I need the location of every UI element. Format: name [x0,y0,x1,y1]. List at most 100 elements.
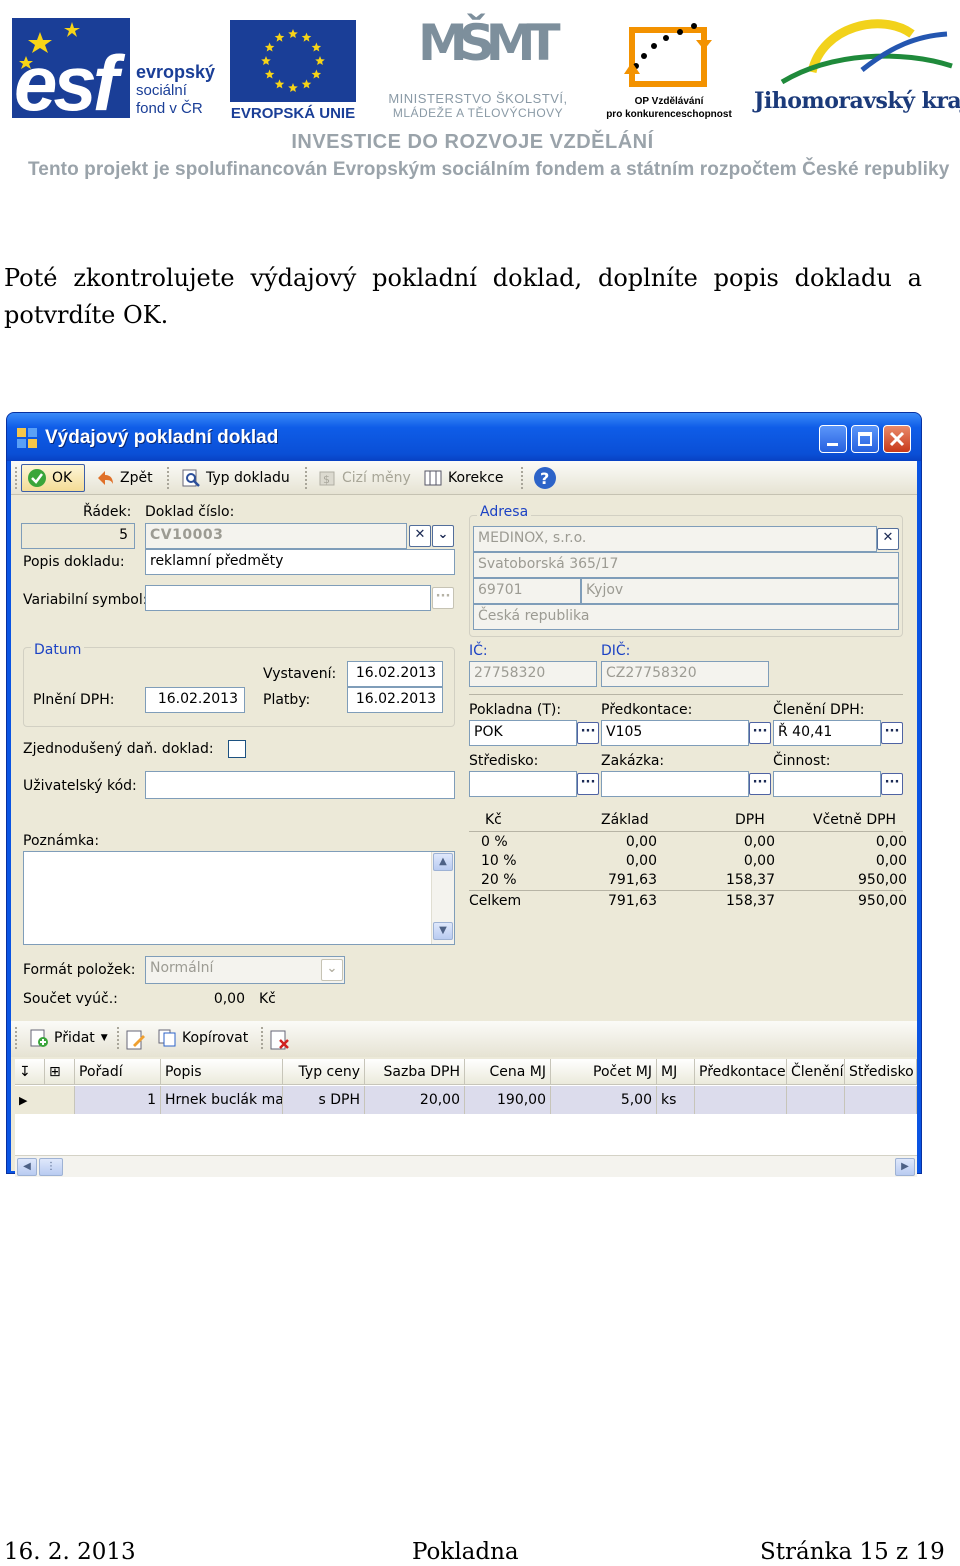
toolbar-separator [305,467,308,489]
register-picker-button[interactable]: ··· [577,722,599,744]
doc-type-button[interactable]: Typ dokladu [181,465,290,491]
doc-number-field[interactable]: CV10003 [145,523,407,549]
order-field[interactable] [601,771,749,797]
centre-field[interactable] [469,771,577,797]
item-format-dropdown-button[interactable]: ⌄ [321,959,343,981]
row-number-field[interactable]: 5 [21,523,135,549]
address-name-field[interactable]: MEDINOX, s.r.o. [473,526,877,552]
column-header[interactable]: Středisko [845,1059,917,1085]
item-format-select[interactable]: Normální [145,956,345,984]
doc-number-label: Doklad číslo: [145,504,235,520]
scroll-left-icon[interactable]: ◀ [17,1158,37,1176]
column-header[interactable]: MJ [657,1059,695,1085]
clear-doc-number-button[interactable]: ✕ [409,525,431,547]
maximize-button[interactable] [851,425,879,453]
svg-text:$: $ [323,473,330,486]
foreign-currency-button[interactable]: $ Cizí měny [317,465,411,491]
address-city-field[interactable]: Kyjov [581,578,899,604]
centre-picker-button[interactable]: ··· [577,773,599,795]
ok-item[interactable]: OK [27,465,72,491]
row-indicator[interactable]: ▶ [15,1086,75,1114]
column-header[interactable]: Sazba DPH [365,1059,465,1085]
footer-page: Stránka 15 z 19 [760,1539,945,1565]
user-code-field[interactable] [145,771,455,799]
edit-item-icon[interactable] [125,1029,147,1051]
intro-paragraph: Poté zkontrolujete výdajový pokladní dok… [4,264,922,329]
close-button[interactable] [883,425,911,453]
grid-cell[interactable] [695,1086,787,1114]
doc-number-dropdown-button[interactable]: ⌄ [432,525,454,547]
add-item-button[interactable]: Přidat ▼ [29,1025,108,1051]
vat-class-field[interactable]: Ř 40,41 [773,720,881,746]
grid-cell[interactable]: ks [657,1086,695,1114]
address-street-field[interactable]: Svatoborská 365/17 [473,552,899,578]
scroll-thumb[interactable]: ⋮ [39,1158,63,1176]
copy-item-button[interactable]: Kopírovat [157,1025,248,1051]
sum-currency: Kč [259,991,276,1007]
scroll-down-icon[interactable]: ▼ [433,922,453,940]
order-picker-button[interactable]: ··· [749,773,771,795]
note-textarea[interactable] [23,851,455,945]
predkontace-picker-button[interactable]: ··· [749,722,771,744]
ic-field[interactable]: 27758320 [469,661,597,687]
dic-field[interactable]: CZ27758320 [601,661,769,687]
back-button[interactable]: Zpět [95,465,153,491]
minimize-button[interactable] [819,425,847,453]
sort-icon[interactable]: ↧ [15,1059,45,1085]
scroll-right-icon[interactable]: ▶ [895,1158,915,1176]
svg-text:?: ? [540,469,549,488]
items-hscrollbar[interactable]: ◀ ⋮ ▶ [15,1155,917,1177]
varsym-field[interactable] [145,585,431,611]
grid-cell[interactable]: s DPH [283,1086,365,1114]
add-icon [30,1029,48,1047]
grid-cell[interactable] [845,1086,917,1114]
issued-date-field[interactable]: 16.02.2013 [347,661,443,687]
grid-cell[interactable]: 190,00 [465,1086,551,1114]
tree-icon[interactable]: ⊞ [45,1059,75,1085]
currency-icon: $ [319,471,335,486]
esf-logo: esf evropský sociální fond v ČR [12,18,222,126]
column-header[interactable]: Členění [787,1059,845,1085]
scroll-up-icon[interactable]: ▲ [433,853,453,871]
payment-date-field[interactable]: 16.02.2013 [347,687,443,713]
activity-picker-button[interactable]: ··· [881,773,903,795]
grid-cell[interactable]: Hrnek buclák ma [161,1086,283,1114]
help-icon[interactable]: ? [533,466,557,490]
vat-cell: 0,00 [875,834,907,850]
toolbar-grip[interactable] [15,467,18,489]
ellipsis-icon: ··· [752,775,768,790]
jmk-text: Jihomoravský kraj [754,88,960,114]
address-zip-field[interactable]: 69701 [473,578,581,604]
toolbar-separator [521,467,524,489]
column-header[interactable]: Cena MJ [465,1059,551,1085]
note-scrollbar[interactable]: ▲ ▼ [431,852,454,944]
back-label: Zpět [120,470,153,486]
register-field[interactable]: POK [469,720,577,746]
predkontace-field[interactable]: V105 [601,720,749,746]
varsym-label: Variabilní symbol: [23,592,148,608]
simplified-doc-checkbox[interactable] [228,740,246,758]
grid-cell[interactable]: 1 [75,1086,161,1114]
column-header[interactable]: Typ ceny [283,1059,365,1085]
delete-item-icon[interactable] [269,1029,291,1051]
vat-header-3: Včetně DPH [813,812,897,828]
ellipsis-icon: ··· [580,775,596,790]
grid-cell[interactable] [787,1086,845,1114]
correction-button[interactable]: Korekce [423,465,504,491]
vat-cell: 10 % [481,853,517,869]
column-header[interactable]: Počet MJ [551,1059,657,1085]
address-country-field[interactable]: Česká republika [473,604,899,630]
grid-cell[interactable]: 20,00 [365,1086,465,1114]
activity-field[interactable] [773,771,881,797]
vat-class-picker-button[interactable]: ··· [881,722,903,744]
varsym-picker-button[interactable]: ··· [432,587,454,609]
toolbar-grip[interactable] [15,1027,18,1049]
window-titlebar[interactable]: Výdajový pokladní doklad [7,413,921,461]
column-header[interactable]: Popis [161,1059,283,1085]
column-header[interactable]: Pořadí [75,1059,161,1085]
vat-date-field[interactable]: 16.02.2013 [145,687,245,713]
column-header[interactable]: Předkontace [695,1059,787,1085]
grid-cell[interactable]: 5,00 [551,1086,657,1114]
desc-field[interactable]: reklamní předměty [145,549,455,575]
clear-address-button[interactable]: ✕ [877,528,899,550]
